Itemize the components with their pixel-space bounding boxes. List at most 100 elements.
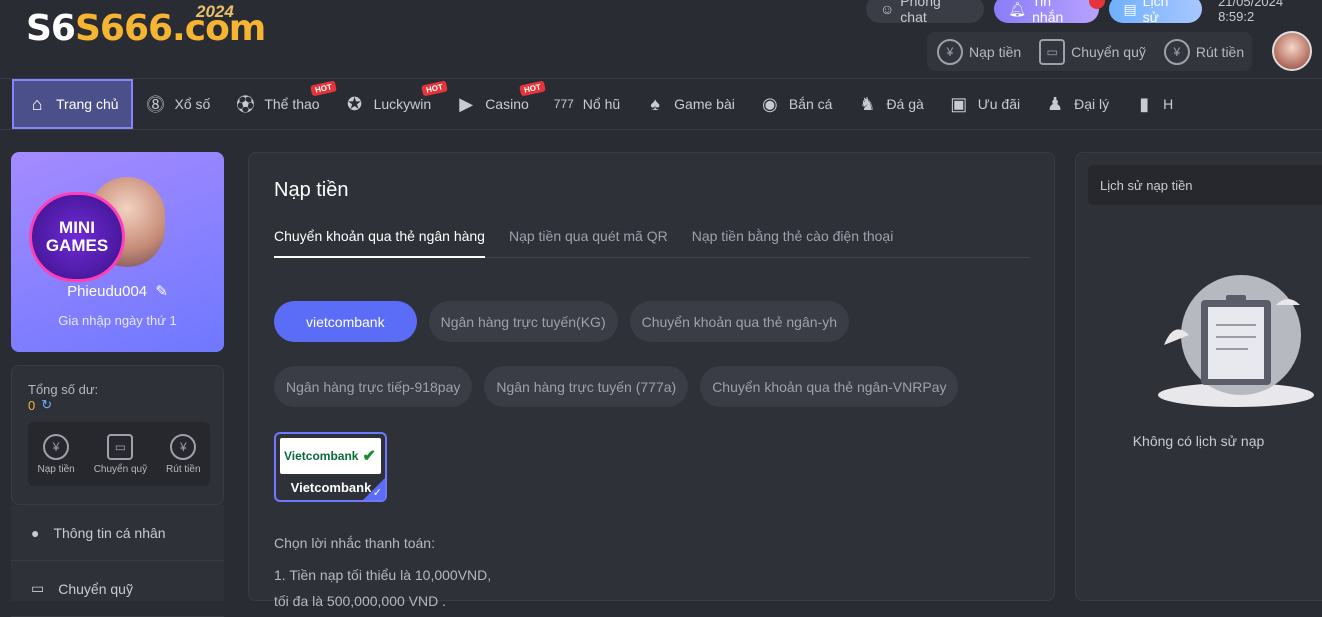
join-text: Gia nhập ngày thứ 1: [58, 313, 177, 328]
main-nav: ⌂ Trang chủ ⓼ Xổ số ⚽︎ Thể thao HOT ✪ Lu…: [0, 78, 1322, 130]
wallet-icon: ▭: [31, 580, 45, 596]
deposit-tabs: Chuyển khoản qua thẻ ngân hàng Nạp tiền …: [274, 228, 1030, 258]
wallet-icon: ▭: [1039, 38, 1066, 65]
bank-option-yh[interactable]: Chuyển khoản qua thẻ ngân-yh: [629, 301, 849, 342]
history-title: Lịch sử nạp tiền: [1088, 165, 1322, 205]
note-line-1: 1. Tiền nạp tối thiểu là 10,000VND,: [274, 567, 492, 583]
nav-no-hu[interactable]: 777 Nổ hũ: [541, 79, 632, 129]
lottery-icon: ⓼: [146, 95, 165, 115]
page-title: Nạp tiền: [274, 179, 349, 201]
cards-icon: ♠: [650, 93, 660, 114]
luckywin-icon: ✪: [347, 93, 363, 114]
nav-label: Luckywin: [373, 96, 432, 112]
tab-phone-card[interactable]: Nạp tiền bằng thẻ cào điện thoại: [692, 228, 894, 258]
casino-icon: ▶: [459, 93, 474, 114]
refresh-icon[interactable]: ↻: [41, 397, 52, 413]
username: Phieudu004 ✎: [11, 282, 224, 300]
nav-label: Casino: [485, 96, 529, 112]
side-transfer-button[interactable]: ▭ Chuyển quỹ: [93, 433, 148, 475]
vietcombank-mark-icon: ✔: [362, 448, 376, 465]
bell-icon: 🔔︎: [1008, 0, 1027, 17]
top-withdraw-label: Rút tiền: [1195, 43, 1245, 60]
bank-option-kg[interactable]: Ngân hàng trực tuyến(KG): [428, 301, 618, 342]
nav-ban-ca[interactable]: ◉ Bắn cá: [747, 79, 845, 129]
bank-row-1: vietcombank Ngân hàng trực tuyến(KG) Chu…: [274, 301, 1034, 342]
deposit-panel: Nạp tiền Chuyển khoản qua thẻ ngân hàng …: [248, 152, 1055, 609]
nav-label: Nổ hũ: [582, 96, 621, 112]
balance-card: Tổng số dư: 0 ↻ ¥ Nạp tiền ▭ Chuyển quỹ …: [11, 365, 224, 505]
side-menu: ● Thông tin cá nhân ▭ Chuyển quỹ: [11, 505, 224, 617]
datetime: 21/05/2024 8:59:2: [1218, 0, 1284, 24]
bank-option-vietcombank[interactable]: vietcombank: [274, 301, 417, 342]
nav-label: Game bài: [674, 96, 735, 112]
side-menu-label: Thông tin cá nhân: [53, 524, 166, 541]
deposit-icon: ¥: [43, 433, 70, 460]
nav-the-thao[interactable]: ⚽︎ Thể thao HOT: [222, 79, 337, 129]
edit-icon[interactable]: ✎: [155, 283, 168, 300]
balance-value-row: 0 ↻: [28, 397, 52, 413]
user-icon: ●: [31, 524, 40, 541]
nav-label: H: [1163, 96, 1174, 112]
side-withdraw-label: Rút tiền: [166, 463, 201, 475]
site-logo[interactable]: S6S666.com 2024: [26, 2, 266, 49]
bank-option-918pay[interactable]: Ngân hàng trực tiếp-918pay: [274, 366, 473, 407]
minigames-text-1: MINI: [59, 218, 95, 237]
withdraw-icon: ¥: [170, 433, 197, 460]
nav-trang-chu[interactable]: ⌂ Trang chủ: [12, 79, 133, 129]
agent-icon: ♟: [1047, 93, 1064, 114]
home-icon: ⌂: [31, 93, 43, 114]
bank-option-777a[interactable]: Ngân hàng trực tuyến (777a): [484, 366, 689, 407]
nav-label: Bắn cá: [788, 96, 833, 112]
top-withdraw-button[interactable]: ¥ Rút tiền: [1163, 38, 1245, 65]
top-transfer-button[interactable]: ▭ Chuyển quỹ: [1039, 38, 1146, 65]
tab-qr[interactable]: Nạp tiền qua quét mã QR: [509, 228, 668, 258]
note-line-2: tối đa là 500,000,000 VND .: [274, 593, 447, 609]
tin-nhan-button[interactable]: 🔔︎ Tin nhắn: [994, 0, 1106, 25]
sports-icon: ⚽︎: [236, 95, 255, 115]
side-menu-transfer[interactable]: ▭ Chuyển quỹ: [11, 561, 224, 617]
top-deposit-label: Nạp tiền: [969, 43, 1022, 60]
gift-icon: ▣: [950, 93, 968, 114]
lich-su-button[interactable]: ▤ Lịch sử: [1109, 0, 1203, 25]
profile-card: MINI GAMES Phieudu004 ✎ Gia nhập ngày th…: [11, 152, 224, 352]
nav-uu-dai[interactable]: ▣ Ưu đãi: [936, 79, 1032, 129]
fish-icon: ◉: [761, 93, 778, 114]
history-icon: ▤: [1123, 0, 1137, 17]
phong-chat-button[interactable]: ☺ Phòng chat: [866, 0, 985, 25]
nav-h[interactable]: ▮ H: [1121, 79, 1185, 129]
tab-bank-transfer[interactable]: Chuyển khoản qua thẻ ngân hàng: [274, 228, 485, 258]
side-deposit-button[interactable]: ¥ Nạp tiền: [37, 433, 75, 475]
vietcombank-logo: Vietcombank ✔: [280, 438, 381, 474]
nav-dai-ly[interactable]: ♟ Đại lý: [1032, 79, 1121, 129]
side-transfer-label: Chuyển quỹ: [93, 463, 148, 475]
phong-chat-label: Phòng chat: [900, 0, 941, 25]
top-deposit-button[interactable]: ¥ Nạp tiền: [937, 38, 1022, 65]
nav-label: Trang chủ: [56, 96, 119, 112]
notification-badge: [1089, 0, 1106, 9]
nav-casino[interactable]: ▶ Casino HOT: [443, 79, 546, 129]
balance-actions: ¥ Nạp tiền ▭ Chuyển quỹ ¥ Rút tiền: [28, 422, 210, 486]
vietcombank-logo-text: Vietcombank: [284, 449, 359, 463]
empty-history-text: Không có lịch sử nạp: [1132, 433, 1265, 449]
selected-bank-card[interactable]: Vietcombank ✔ Vietcombank ✓: [274, 432, 387, 502]
withdraw-icon: ¥: [1163, 38, 1190, 65]
minigames-logo[interactable]: MINI GAMES: [29, 192, 125, 282]
side-menu-personal-info[interactable]: ● Thông tin cá nhân: [11, 505, 224, 561]
deposit-history-panel: Lịch sử nạp tiền Không có lịch sử nạp: [1075, 152, 1322, 601]
empty-clipboard-illustration: [1158, 275, 1314, 407]
book-icon: ▮: [1139, 93, 1150, 114]
deposit-icon: ¥: [937, 38, 963, 65]
user-avatar[interactable]: [1272, 31, 1312, 71]
top-bar: S6S666.com 2024 ☺ Phòng chat 🔔︎ Tin nhắn…: [0, 0, 1322, 78]
nav-game-bai[interactable]: ♠ Game bài: [632, 79, 747, 129]
nav-xo-so[interactable]: ⓼ Xổ số: [133, 79, 223, 129]
side-withdraw-button[interactable]: ¥ Rút tiền: [166, 433, 201, 475]
balance-label: Tổng số dư:: [28, 382, 99, 397]
bank-option-vnrpay[interactable]: Chuyển khoản qua thẻ ngân-VNRPay: [700, 366, 959, 407]
nav-da-ga[interactable]: ♞ Đá gà: [844, 79, 935, 129]
nav-label: Ưu đãi: [977, 96, 1021, 112]
nav-luckywin[interactable]: ✪ Luckywin HOT: [332, 79, 449, 129]
slots-icon: 777: [553, 97, 574, 111]
nav-label: Đại lý: [1074, 96, 1110, 112]
notes-title: Chọn lời nhắc thanh toán:: [274, 535, 435, 551]
